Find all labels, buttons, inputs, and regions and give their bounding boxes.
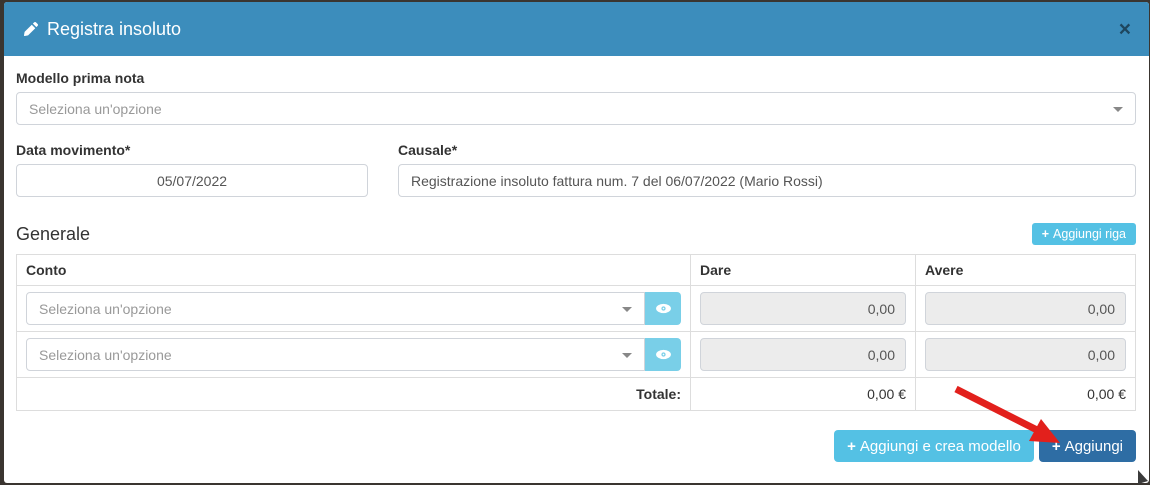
plus-icon: + xyxy=(1042,227,1049,241)
dare-input-row1 xyxy=(700,292,906,325)
modello-select-placeholder: Seleziona un'opzione xyxy=(29,101,162,117)
table-row: Seleziona un'opzione xyxy=(17,286,1136,332)
causale-input[interactable] xyxy=(398,164,1136,197)
data-movimento-input[interactable] xyxy=(16,164,368,197)
modello-prima-nota-label: Modello prima nota xyxy=(16,70,1136,86)
total-dare: 0,00 € xyxy=(691,378,916,411)
table-row: Seleziona un'opzione xyxy=(17,332,1136,378)
eye-icon xyxy=(655,302,672,315)
add-row-button[interactable]: +Aggiungi riga xyxy=(1032,223,1136,245)
modal-title: Registra insoluto xyxy=(24,19,181,40)
chevron-down-icon xyxy=(622,353,632,358)
eye-button-row2[interactable] xyxy=(645,338,681,371)
avere-input-row1 xyxy=(925,292,1126,325)
close-icon[interactable]: × xyxy=(1119,19,1131,40)
total-avere: 0,00 € xyxy=(916,378,1136,411)
chevron-down-icon xyxy=(622,307,632,312)
eye-icon xyxy=(655,348,672,361)
column-header-conto: Conto xyxy=(17,255,691,286)
causale-label: Causale* xyxy=(398,142,1136,158)
avere-input-row2 xyxy=(925,338,1126,371)
modal-header: Registra insoluto × xyxy=(4,2,1149,56)
chevron-down-icon xyxy=(1113,107,1123,112)
modal-title-text: Registra insoluto xyxy=(47,19,181,40)
generale-section-title: Generale xyxy=(16,224,90,245)
plus-icon: + xyxy=(847,438,856,455)
column-header-avere: Avere xyxy=(916,255,1136,286)
conto-select-row2[interactable]: Seleziona un'opzione xyxy=(26,338,645,371)
eye-button-row1[interactable] xyxy=(645,292,681,325)
dare-input-row2 xyxy=(700,338,906,371)
pencil-icon xyxy=(24,22,38,36)
plus-icon: + xyxy=(1052,438,1061,455)
conto-select-row1[interactable]: Seleziona un'opzione xyxy=(26,292,645,325)
total-row: Totale: 0,00 € 0,00 € xyxy=(17,378,1136,411)
modello-prima-nota-select[interactable]: Seleziona un'opzione xyxy=(16,92,1136,125)
data-movimento-label: Data movimento* xyxy=(16,142,368,158)
registra-insoluto-modal: Registra insoluto × Modello prima nota S… xyxy=(4,2,1149,483)
total-label: Totale: xyxy=(17,378,691,411)
column-header-dare: Dare xyxy=(691,255,916,286)
add-button[interactable]: +Aggiungi xyxy=(1039,430,1136,462)
add-and-create-model-button[interactable]: +Aggiungi e crea modello xyxy=(834,430,1034,462)
prima-nota-table: Conto Dare Avere Seleziona un'opzione xyxy=(16,254,1136,411)
table-header-row: Conto Dare Avere xyxy=(17,255,1136,286)
modal-body: Modello prima nota Seleziona un'opzione … xyxy=(4,56,1149,483)
